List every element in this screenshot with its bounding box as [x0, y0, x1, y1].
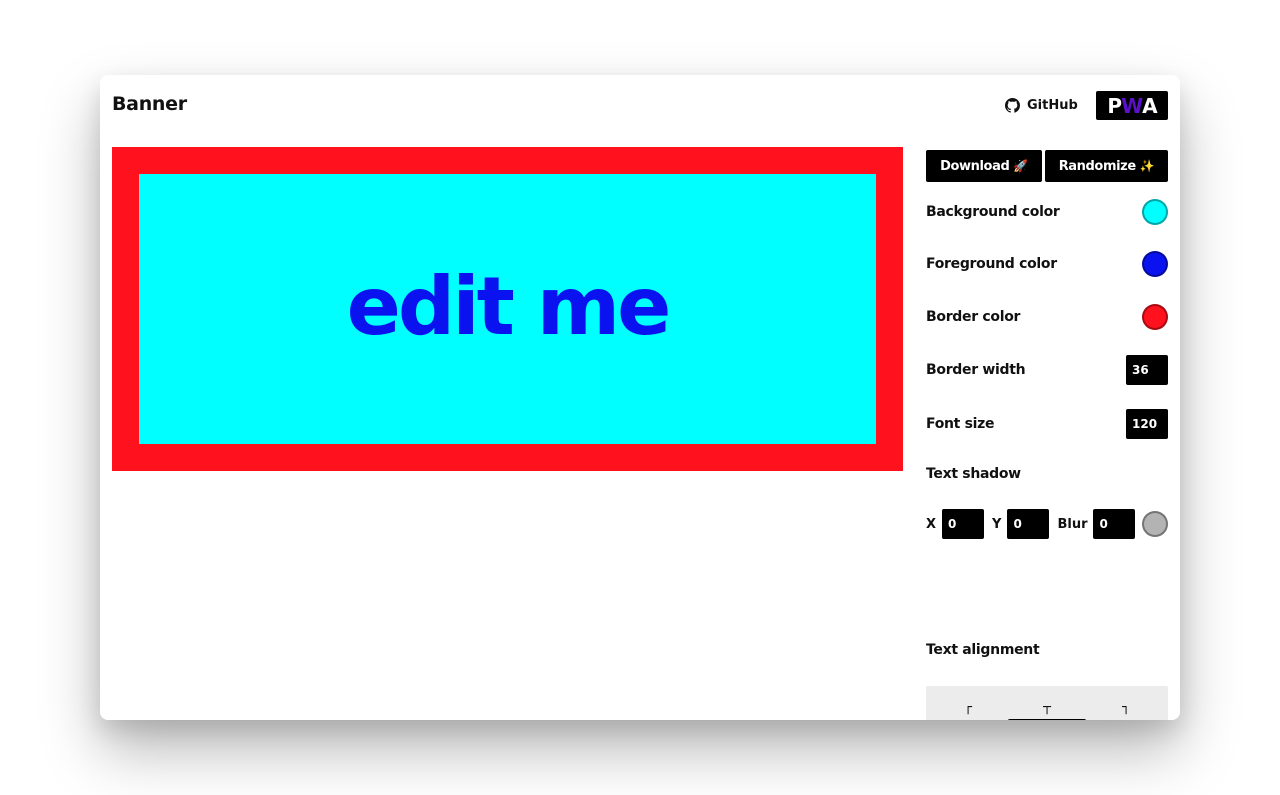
settings-panel: Download 🚀 Randomize ✨ Background color … — [926, 150, 1168, 720]
text-shadow-controls: X 0 Y 0 Blur 0 — [926, 508, 1168, 540]
border-color-swatch[interactable] — [1142, 304, 1168, 330]
align-center-button[interactable]: ┼ — [1007, 719, 1087, 720]
font-size-input[interactable]: 120 — [1126, 409, 1168, 439]
pwa-logo[interactable]: PWA — [1096, 91, 1168, 120]
align-top-button[interactable]: ┬ — [1007, 692, 1087, 720]
rocket-icon: 🚀 — [1013, 159, 1028, 173]
shadow-x-label: X — [926, 516, 937, 532]
sparkles-icon: ✨ — [1139, 159, 1155, 173]
shadow-y-input[interactable]: 0 — [1007, 509, 1050, 539]
github-label: GitHub — [1027, 97, 1078, 113]
font-size-row: Font size 120 — [926, 408, 1168, 440]
shadow-y-label: Y — [992, 516, 1002, 532]
border-width-row: Border width 36 — [926, 354, 1168, 386]
foreground-color-label: Foreground color — [926, 256, 1057, 272]
github-link[interactable]: GitHub — [1005, 96, 1078, 114]
align-right-button[interactable]: ┤ — [1086, 719, 1166, 720]
app-title: Banner — [112, 93, 187, 115]
randomize-button[interactable]: Randomize ✨ — [1045, 150, 1168, 182]
banner-preview: edit me — [112, 147, 903, 471]
background-color-label: Background color — [926, 204, 1060, 220]
shadow-x-input[interactable]: 0 — [942, 509, 985, 539]
align-top-left-button[interactable]: ┌ — [928, 692, 1008, 720]
align-left-button[interactable]: ├ — [928, 719, 1008, 720]
border-color-row: Border color — [926, 301, 1168, 333]
banner-text[interactable]: edit me — [347, 267, 672, 347]
foreground-color-row: Foreground color — [926, 248, 1168, 280]
action-bar: Download 🚀 Randomize ✨ — [926, 150, 1168, 182]
text-alignment-row: Text alignment — [926, 634, 1168, 666]
download-button[interactable]: Download 🚀 — [926, 150, 1042, 182]
foreground-color-swatch[interactable] — [1142, 251, 1168, 277]
text-shadow-row: Text shadow — [926, 458, 1168, 490]
background-color-row: Background color — [926, 196, 1168, 228]
shadow-blur-input[interactable]: 0 — [1093, 509, 1136, 539]
shadow-blur-label: Blur — [1057, 516, 1088, 532]
border-color-label: Border color — [926, 309, 1021, 325]
github-icon — [1005, 97, 1020, 113]
background-color-swatch[interactable] — [1142, 199, 1168, 225]
text-alignment-grid: ┌ ┬ ┐ ├ ┼ ┤ └ ┴ ┘ — [926, 686, 1168, 720]
text-alignment-label: Text alignment — [926, 642, 1040, 658]
text-shadow-label: Text shadow — [926, 466, 1021, 482]
border-width-label: Border width — [926, 362, 1026, 378]
font-size-label: Font size — [926, 416, 995, 432]
border-width-input[interactable]: 36 — [1126, 355, 1168, 385]
align-top-right-button[interactable]: ┐ — [1086, 692, 1166, 720]
app-window: Banner GitHub PWA edit me Download 🚀 Ran… — [100, 75, 1180, 720]
shadow-color-swatch[interactable] — [1142, 511, 1168, 537]
